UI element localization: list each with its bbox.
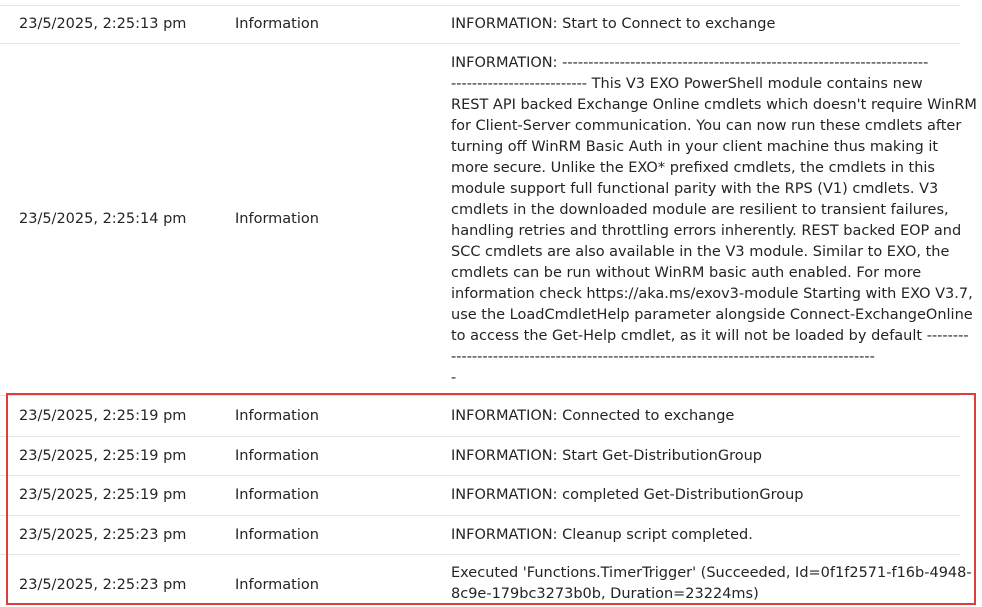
- table-row: 23/5/2025, 2:25:14 pm Information INFORM…: [0, 44, 977, 396]
- timestamp-cell: 23/5/2025, 2:25:13 pm: [19, 16, 187, 32]
- message-line: ----------------------------------------…: [451, 349, 875, 365]
- message-line: 8c9e-179bc3273b0b, Duration=23224ms): [451, 586, 759, 602]
- message-cell: INFORMATION: completed Get-DistributionG…: [451, 487, 804, 503]
- level-cell: Information: [235, 211, 319, 227]
- message-line: more secure. Unlike the EXO* prefixed cm…: [451, 160, 935, 176]
- message-cell: INFORMATION: Start Get-DistributionGroup: [451, 447, 762, 464]
- message-line: -: [451, 370, 457, 386]
- timestamp-cell: 23/5/2025, 2:25:19 pm: [19, 407, 187, 424]
- log-table: 23/5/2025, 2:25:13 pm Information INFORM…: [0, 0, 977, 607]
- message-cell: Executed 'Functions.TimerTrigger' (Succe…: [432, 555, 972, 607]
- message-line: for Client-Server communication. You can…: [451, 118, 962, 134]
- message-line: SCC cmdlets are also available in the V3…: [451, 244, 950, 260]
- level-cell: Information: [235, 16, 319, 32]
- message-line: Executed 'Functions.TimerTrigger' (Succe…: [451, 565, 972, 581]
- table-row: 23/5/2025, 2:25:19 pm Information INFORM…: [0, 476, 960, 516]
- table-row: 23/5/2025, 2:25:13 pm Information INFORM…: [0, 5, 960, 44]
- message-line: to access the Get-Help cmdlet, as it wil…: [451, 328, 969, 344]
- table-row: 23/5/2025, 2:25:19 pm Information INFORM…: [0, 396, 960, 437]
- message-line: INFORMATION: ---------------------------…: [451, 55, 929, 71]
- message-cell: INFORMATION: Cleanup script completed.: [451, 526, 753, 543]
- message-line: use the LoadCmdletHelp parameter alongsi…: [451, 307, 973, 323]
- timestamp-cell: 23/5/2025, 2:25:14 pm: [19, 211, 187, 227]
- message-line: turning off WinRM Basic Auth in your cli…: [451, 139, 939, 155]
- level-cell: Information: [235, 407, 319, 424]
- message-line: cmdlets can be run without WinRM basic a…: [451, 265, 922, 281]
- timestamp-cell: 23/5/2025, 2:25:19 pm: [19, 487, 187, 503]
- message-line: cmdlets in the downloaded module are res…: [451, 202, 949, 218]
- message-cell: INFORMATION: Start to Connect to exchang…: [451, 16, 776, 32]
- message-line: information check https://aka.ms/exov3-m…: [451, 286, 973, 302]
- message-line: REST API backed Exchange Online cmdlets …: [451, 97, 977, 113]
- level-cell: Information: [235, 526, 319, 543]
- message-line: module support full functional parity wi…: [451, 181, 939, 197]
- level-cell: Information: [235, 447, 319, 464]
- message-line: handling retries and throttling errors i…: [451, 223, 962, 239]
- timestamp-cell: 23/5/2025, 2:25:23 pm: [19, 577, 187, 593]
- table-row: 23/5/2025, 2:25:23 pm Information Execut…: [0, 555, 972, 607]
- message-line: -------------------------- This V3 EXO P…: [451, 76, 923, 92]
- level-cell: Information: [235, 577, 319, 593]
- timestamp-cell: 23/5/2025, 2:25:19 pm: [19, 447, 187, 464]
- message-cell: INFORMATION: ---------------------------…: [432, 44, 977, 395]
- level-cell: Information: [235, 487, 319, 503]
- table-row: 23/5/2025, 2:25:19 pm Information INFORM…: [0, 437, 960, 476]
- table-row: 23/5/2025, 2:25:23 pm Information INFORM…: [0, 516, 960, 555]
- timestamp-cell: 23/5/2025, 2:25:23 pm: [19, 526, 187, 543]
- message-cell: INFORMATION: Connected to exchange: [451, 407, 735, 424]
